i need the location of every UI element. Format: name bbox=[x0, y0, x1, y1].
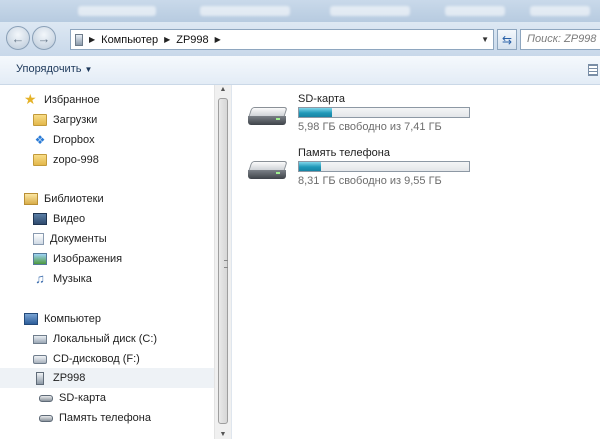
search-input[interactable]: Поиск: ZP998 bbox=[520, 29, 600, 50]
sidebar-item-zopo-998[interactable]: zopo-998 bbox=[0, 150, 214, 170]
sidebar-item-label: Память телефона bbox=[59, 412, 151, 424]
breadcrumb-zp998[interactable]: ZP998 bbox=[176, 34, 208, 46]
drive-phone-memory[interactable]: Память телефона 8,31 ГБ свободно из 9,55… bbox=[248, 147, 488, 195]
back-button[interactable]: ← bbox=[6, 26, 30, 50]
sidebar-item-images[interactable]: Изображения bbox=[0, 249, 214, 269]
cd-drive-icon bbox=[33, 354, 47, 364]
taskbar-strip bbox=[0, 0, 600, 22]
sidebar-item-label: SD-карта bbox=[59, 392, 107, 404]
phone-icon bbox=[36, 371, 44, 385]
sidebar-item-music[interactable]: ♫ Музыка bbox=[0, 269, 214, 289]
blurred-tab bbox=[445, 6, 505, 16]
capacity-bar bbox=[298, 161, 470, 172]
scroll-down-icon[interactable]: ▼ bbox=[215, 431, 231, 438]
refresh-button[interactable]: ⇆ bbox=[497, 29, 517, 50]
sidebar-item-computer[interactable]: Компьютер bbox=[0, 309, 214, 329]
drive-name: SD-карта bbox=[298, 93, 346, 105]
document-icon bbox=[33, 233, 44, 245]
chevron-right-icon[interactable]: ▶ bbox=[89, 35, 95, 44]
forward-button[interactable]: → bbox=[32, 26, 56, 50]
storage-drive-icon bbox=[39, 394, 53, 402]
sidebar-item-label: Библиотеки bbox=[44, 193, 104, 205]
sidebar-item-phone-memory[interactable]: Память телефона bbox=[0, 408, 214, 428]
chevron-down-icon[interactable]: ▼ bbox=[481, 35, 489, 44]
music-note-icon: ♫ bbox=[35, 271, 45, 286]
removable-drive-icon bbox=[248, 107, 288, 125]
sidebar-item-downloads[interactable]: Загрузки bbox=[0, 110, 214, 130]
sidebar-item-label: Dropbox bbox=[53, 134, 95, 146]
chevron-right-icon[interactable]: ▶ bbox=[215, 35, 221, 44]
capacity-bar-fill bbox=[299, 108, 332, 117]
chevron-right-icon[interactable]: ▶ bbox=[164, 35, 170, 44]
sidebar-item-label: Избранное bbox=[44, 94, 100, 106]
sidebar-item-cd-drive-f[interactable]: CD-дисковод (F:) bbox=[0, 349, 214, 369]
sidebar-item-libraries[interactable]: Библиотеки bbox=[0, 189, 214, 209]
storage-drive-icon bbox=[39, 414, 53, 422]
sidebar-item-sd-card[interactable]: SD-карта bbox=[0, 388, 214, 408]
dropbox-icon: ❖ bbox=[34, 133, 46, 147]
sidebar-item-label: CD-дисковод (F:) bbox=[53, 353, 140, 365]
command-toolbar: Упорядочить ▼ bbox=[0, 56, 600, 85]
refresh-icon: ⇆ bbox=[501, 32, 513, 47]
capacity-bar-fill bbox=[299, 162, 322, 171]
drive-sd-card[interactable]: SD-карта 5,98 ГБ свободно из 7,41 ГБ bbox=[248, 93, 488, 141]
removable-drive-icon bbox=[248, 161, 288, 179]
arrow-right-icon: → bbox=[37, 30, 51, 46]
sidebar-item-label: Музыка bbox=[53, 273, 92, 285]
computer-icon bbox=[24, 313, 38, 325]
chevron-down-icon: ▼ bbox=[84, 65, 93, 74]
sidebar-item-zp998[interactable]: ZP998 bbox=[0, 368, 214, 388]
organize-button[interactable]: Упорядочить ▼ bbox=[16, 63, 92, 75]
navigation-bar: ← → ▶ Компьютер ▶ ZP998 ▶ ▼ ⇆ Поиск: ZP9… bbox=[0, 22, 600, 57]
sidebar-item-label: Локальный диск (C:) bbox=[53, 333, 158, 345]
sidebar-item-local-disk-c[interactable]: Локальный диск (C:) bbox=[0, 329, 214, 349]
sidebar-item-label: Компьютер bbox=[44, 313, 101, 325]
library-icon bbox=[24, 193, 38, 205]
blurred-tab bbox=[530, 6, 590, 16]
sidebar-scrollbar[interactable]: ▲ ▼ bbox=[214, 85, 231, 439]
view-options-icon[interactable] bbox=[588, 64, 598, 76]
capacity-bar bbox=[298, 107, 470, 118]
sidebar-item-label: zopo-998 bbox=[53, 154, 99, 166]
sidebar-item-label: Документы bbox=[50, 233, 107, 245]
sidebar-item-label: Загрузки bbox=[53, 114, 98, 126]
folder-icon bbox=[33, 114, 47, 126]
sidebar-item-favorites[interactable]: ★ Избранное bbox=[0, 90, 214, 110]
navigation-pane: ★ Избранное Загрузки ❖ Dropbox zopo-998 … bbox=[0, 85, 214, 439]
content-pane: SD-карта 5,98 ГБ свободно из 7,41 ГБ Пам… bbox=[232, 85, 600, 439]
scroll-up-icon[interactable]: ▲ bbox=[215, 86, 231, 93]
drive-free-space: 5,98 ГБ свободно из 7,41 ГБ bbox=[298, 121, 442, 133]
address-bar[interactable]: ▶ Компьютер ▶ ZP998 ▶ ▼ bbox=[70, 29, 494, 50]
sidebar-item-documents[interactable]: Документы bbox=[0, 229, 214, 249]
star-icon: ★ bbox=[24, 91, 37, 107]
grip-icon bbox=[224, 260, 228, 268]
blurred-tab bbox=[330, 6, 410, 16]
blurred-tab bbox=[200, 6, 290, 16]
computer-icon bbox=[75, 33, 83, 46]
folder-icon bbox=[33, 154, 47, 166]
breadcrumb-computer[interactable]: Компьютер bbox=[101, 34, 158, 46]
image-icon bbox=[33, 253, 47, 265]
drive-name: Память телефона bbox=[298, 147, 390, 159]
sidebar-item-video[interactable]: Видео bbox=[0, 209, 214, 229]
arrow-left-icon: ← bbox=[11, 30, 25, 46]
drive-free-space: 8,31 ГБ свободно из 9,55 ГБ bbox=[298, 175, 442, 187]
video-icon bbox=[33, 213, 47, 225]
sidebar-item-dropbox[interactable]: ❖ Dropbox bbox=[0, 130, 214, 150]
sidebar-item-label: Видео bbox=[53, 213, 86, 225]
hard-disk-icon bbox=[33, 334, 47, 344]
organize-label: Упорядочить bbox=[16, 63, 82, 75]
sidebar-item-label: ZP998 bbox=[53, 372, 86, 384]
sidebar-item-label: Изображения bbox=[53, 253, 123, 265]
blurred-tab bbox=[78, 6, 156, 16]
scrollbar-thumb[interactable] bbox=[218, 98, 228, 424]
